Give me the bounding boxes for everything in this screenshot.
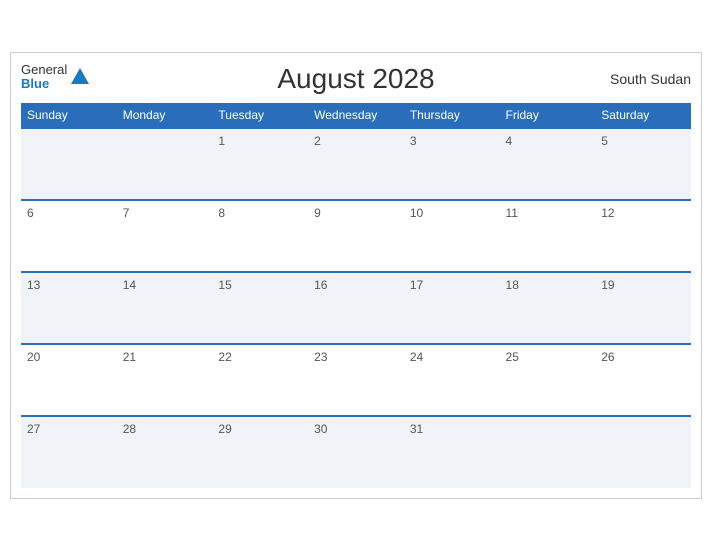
day-number: 3 xyxy=(410,134,417,148)
calendar-day-cell: 2 xyxy=(308,128,404,200)
day-number: 18 xyxy=(506,278,519,292)
calendar-day-cell xyxy=(500,416,596,488)
day-number: 4 xyxy=(506,134,513,148)
calendar-day-cell: 19 xyxy=(595,272,691,344)
calendar-day-cell: 13 xyxy=(21,272,117,344)
day-number: 29 xyxy=(218,422,231,436)
calendar-day-cell: 4 xyxy=(500,128,596,200)
calendar-day-cell: 27 xyxy=(21,416,117,488)
calendar-day-cell: 23 xyxy=(308,344,404,416)
calendar-title: August 2028 xyxy=(21,63,691,95)
calendar-day-cell: 17 xyxy=(404,272,500,344)
calendar-day-cell: 10 xyxy=(404,200,500,272)
day-number: 27 xyxy=(27,422,40,436)
day-number: 1 xyxy=(218,134,225,148)
day-number: 21 xyxy=(123,350,136,364)
calendar-day-cell: 26 xyxy=(595,344,691,416)
col-sunday: Sunday xyxy=(21,103,117,128)
calendar-day-cell: 3 xyxy=(404,128,500,200)
calendar-week-row: 13 14 15 16 17 18 19 xyxy=(21,272,691,344)
day-number: 24 xyxy=(410,350,423,364)
brand-text: General Blue xyxy=(21,63,67,92)
calendar-day-cell: 14 xyxy=(117,272,213,344)
day-number: 15 xyxy=(218,278,231,292)
calendar-day-cell: 6 xyxy=(21,200,117,272)
calendar-day-cell: 29 xyxy=(212,416,308,488)
calendar-day-cell: 22 xyxy=(212,344,308,416)
calendar-day-cell: 24 xyxy=(404,344,500,416)
calendar-day-cell: 25 xyxy=(500,344,596,416)
day-number: 11 xyxy=(506,206,518,220)
brand-blue: Blue xyxy=(21,77,67,91)
day-number: 17 xyxy=(410,278,423,292)
calendar-header: General Blue August 2028 South Sudan xyxy=(21,63,691,95)
col-friday: Friday xyxy=(500,103,596,128)
day-number: 6 xyxy=(27,206,34,220)
country-label: South Sudan xyxy=(610,71,691,87)
calendar-thead: Sunday Monday Tuesday Wednesday Thursday… xyxy=(21,103,691,128)
calendar-week-row: 6 7 8 9 10 11 12 xyxy=(21,200,691,272)
brand-general: General xyxy=(21,63,67,77)
brand-icon xyxy=(69,66,91,88)
weekday-header-row: Sunday Monday Tuesday Wednesday Thursday… xyxy=(21,103,691,128)
calendar-day-cell: 16 xyxy=(308,272,404,344)
day-number: 12 xyxy=(601,206,614,220)
day-number: 7 xyxy=(123,206,130,220)
calendar-day-cell: 7 xyxy=(117,200,213,272)
day-number: 2 xyxy=(314,134,321,148)
calendar-day-cell: 28 xyxy=(117,416,213,488)
calendar-table: Sunday Monday Tuesday Wednesday Thursday… xyxy=(21,103,691,488)
day-number: 25 xyxy=(506,350,519,364)
day-number: 16 xyxy=(314,278,327,292)
calendar-day-cell: 21 xyxy=(117,344,213,416)
calendar-day-cell: 8 xyxy=(212,200,308,272)
day-number: 22 xyxy=(218,350,231,364)
day-number: 20 xyxy=(27,350,40,364)
col-thursday: Thursday xyxy=(404,103,500,128)
day-number: 31 xyxy=(410,422,423,436)
calendar-day-cell: 9 xyxy=(308,200,404,272)
calendar-day-cell: 18 xyxy=(500,272,596,344)
day-number: 19 xyxy=(601,278,614,292)
day-number: 5 xyxy=(601,134,608,148)
col-monday: Monday xyxy=(117,103,213,128)
day-number: 30 xyxy=(314,422,327,436)
day-number: 14 xyxy=(123,278,136,292)
calendar-day-cell: 1 xyxy=(212,128,308,200)
day-number: 9 xyxy=(314,206,321,220)
calendar-day-cell xyxy=(21,128,117,200)
calendar-week-row: 20 21 22 23 24 25 26 xyxy=(21,344,691,416)
calendar-body: 1234567891011121314151617181920212223242… xyxy=(21,128,691,488)
day-number: 23 xyxy=(314,350,327,364)
day-number: 10 xyxy=(410,206,423,220)
brand-logo-area: General Blue xyxy=(21,63,91,92)
calendar-day-cell: 12 xyxy=(595,200,691,272)
calendar-day-cell: 15 xyxy=(212,272,308,344)
calendar-day-cell: 31 xyxy=(404,416,500,488)
calendar-day-cell: 5 xyxy=(595,128,691,200)
day-number: 28 xyxy=(123,422,136,436)
calendar-day-cell: 11 xyxy=(500,200,596,272)
calendar-container: General Blue August 2028 South Sudan Sun… xyxy=(10,52,702,499)
calendar-day-cell xyxy=(595,416,691,488)
col-wednesday: Wednesday xyxy=(308,103,404,128)
calendar-day-cell: 20 xyxy=(21,344,117,416)
day-number: 13 xyxy=(27,278,40,292)
calendar-week-row: 27 28 29 30 31 xyxy=(21,416,691,488)
col-tuesday: Tuesday xyxy=(212,103,308,128)
calendar-day-cell: 30 xyxy=(308,416,404,488)
col-saturday: Saturday xyxy=(595,103,691,128)
day-number: 8 xyxy=(218,206,225,220)
day-number: 26 xyxy=(601,350,614,364)
calendar-day-cell xyxy=(117,128,213,200)
calendar-week-row: 1 2 3 4 5 xyxy=(21,128,691,200)
